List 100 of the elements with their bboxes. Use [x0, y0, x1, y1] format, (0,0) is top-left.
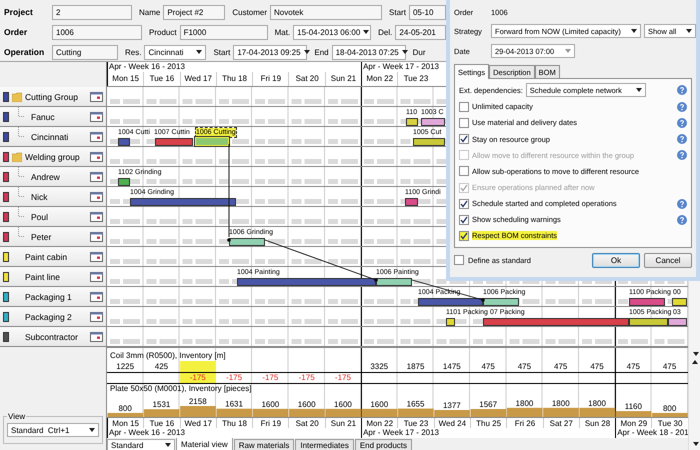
- view-tab[interactable]: Material view: [176, 438, 233, 450]
- resource-row[interactable]: Paint line: [0, 267, 106, 287]
- help-icon[interactable]: [677, 134, 687, 144]
- operation-bar[interactable]: [668, 318, 687, 326]
- caret-icon: [402, 50, 408, 54]
- calendar-icon[interactable]: [90, 332, 103, 342]
- inventory-value: 1475: [442, 361, 462, 372]
- operation-bar[interactable]: [194, 136, 230, 147]
- calendar-icon[interactable]: [90, 272, 103, 282]
- view-tab[interactable]: Raw materials: [234, 439, 294, 450]
- resource-name: Peter: [31, 232, 52, 242]
- text-field[interactable]: 05-10: [408, 4, 446, 20]
- resource-row[interactable]: Cutting Group: [0, 87, 106, 107]
- inventory-value: 1875: [406, 361, 426, 372]
- checkbox[interactable]: [459, 230, 469, 241]
- text-field[interactable]: 1006: [52, 24, 142, 40]
- text-field[interactable]: Novotek: [270, 4, 382, 20]
- checkbox[interactable]: [459, 214, 469, 225]
- resource-row[interactable]: Peter: [0, 227, 106, 247]
- checkbox[interactable]: [459, 134, 469, 144]
- operation-bar[interactable]: [376, 278, 412, 286]
- view-dropdown[interactable]: Standard Ctrl+1: [7, 423, 99, 437]
- resource-name: Packaging 2: [25, 312, 73, 322]
- checkbox[interactable]: [459, 102, 469, 112]
- field-label: Name: [139, 8, 160, 16]
- calendar-icon[interactable]: [90, 312, 103, 322]
- calendar-icon[interactable]: [90, 252, 103, 262]
- calendar-icon[interactable]: [90, 112, 103, 122]
- resource-name: Nick: [31, 192, 49, 202]
- checkbox[interactable]: [459, 198, 469, 209]
- day-label: Tue 16: [143, 72, 180, 86]
- resource-row[interactable]: Nick: [0, 187, 106, 207]
- calendar-icon[interactable]: [90, 212, 103, 222]
- text-field[interactable]: 24-05-201: [395, 24, 446, 40]
- help-icon[interactable]: [677, 85, 687, 96]
- operation-bar[interactable]: [118, 178, 130, 186]
- dialog-button[interactable]: Cancel: [644, 252, 692, 268]
- day-label: Tue 23: [397, 72, 434, 86]
- inventory-value: 475: [626, 361, 641, 372]
- shortage-value: -175: [180, 373, 216, 383]
- operation-bar[interactable]: [483, 298, 519, 306]
- calendar-icon[interactable]: [90, 192, 103, 202]
- resource-row[interactable]: Packaging 2: [0, 307, 106, 327]
- resource-name: Cutting Group: [25, 92, 79, 102]
- operation-bar[interactable]: [672, 298, 687, 306]
- resource-row[interactable]: Poul: [0, 207, 106, 227]
- day-label: Mon 15: [107, 72, 144, 86]
- layout-dropdown[interactable]: Standard: [107, 439, 175, 450]
- checkbox[interactable]: [459, 118, 469, 128]
- inventory-bar: [543, 408, 579, 417]
- text-field[interactable]: 2: [52, 4, 132, 20]
- caret-icon: [196, 50, 202, 54]
- field-label: Product: [149, 28, 177, 36]
- calendar-icon[interactable]: [90, 132, 103, 142]
- help-icon[interactable]: [677, 198, 687, 209]
- inventory-value: 475: [480, 361, 496, 372]
- inventory-value: 1225: [115, 361, 136, 372]
- resource-row[interactable]: Fanuc: [0, 107, 106, 127]
- calendar-icon[interactable]: [90, 92, 103, 102]
- view-tab[interactable]: End products: [354, 439, 412, 450]
- operation-bar[interactable]: [629, 318, 668, 326]
- resource-name: Poul: [31, 212, 50, 222]
- day-label: Mon 22: [361, 72, 398, 86]
- text-field[interactable]: Project #2: [163, 4, 226, 20]
- checkbox[interactable]: [454, 255, 464, 265]
- resource-row[interactable]: Andrew: [0, 167, 106, 187]
- resource-row[interactable]: Paint cabin: [0, 247, 106, 267]
- dropdown-field[interactable]: 18-04-2013 07:25: [332, 44, 406, 60]
- operation-bar[interactable]: [421, 118, 445, 126]
- resource-name: Subcontractor: [25, 332, 79, 342]
- text-field[interactable]: F1000: [180, 24, 268, 40]
- text-field[interactable]: Cutting: [52, 44, 118, 60]
- operation-bar[interactable]: [406, 118, 418, 126]
- help-icon[interactable]: [677, 214, 687, 225]
- folder-icon: [12, 92, 22, 102]
- dropdown-field[interactable]: Cincinnati: [144, 44, 206, 60]
- calendar-icon[interactable]: [90, 292, 103, 302]
- calendar-icon[interactable]: [90, 152, 103, 162]
- help-icon[interactable]: [677, 102, 687, 112]
- resource-row[interactable]: Welding group: [0, 147, 106, 167]
- material-title: Plate 50x50 (M0001), Inventory [pieces]: [109, 384, 252, 394]
- data-label: 1160: [624, 402, 642, 412]
- inventory-value: 475: [553, 361, 568, 372]
- checkbox[interactable]: [459, 166, 469, 176]
- resource-row[interactable]: Subcontractor: [0, 327, 106, 347]
- view-tab[interactable]: Intermediates: [295, 439, 354, 450]
- dropdown-field[interactable]: 17-04-2013 09:25: [233, 44, 308, 60]
- operation-bar[interactable]: [413, 138, 445, 146]
- operation-bar[interactable]: [446, 318, 455, 326]
- data-label: 1567: [479, 400, 498, 410]
- resource-row[interactable]: Cincinnati: [0, 127, 106, 147]
- resource-row[interactable]: Packaging 1: [0, 287, 106, 307]
- operation-bar[interactable]: [229, 238, 265, 246]
- help-icon[interactable]: [677, 118, 687, 128]
- data-label: 1600: [370, 400, 388, 409]
- dialog-button[interactable]: Ok: [592, 252, 640, 268]
- calendar-icon[interactable]: [90, 232, 103, 242]
- dropdown-field[interactable]: 15-04-2013 06:00: [293, 24, 372, 40]
- calendar-icon[interactable]: [90, 172, 103, 182]
- data-label: 2158: [188, 397, 207, 406]
